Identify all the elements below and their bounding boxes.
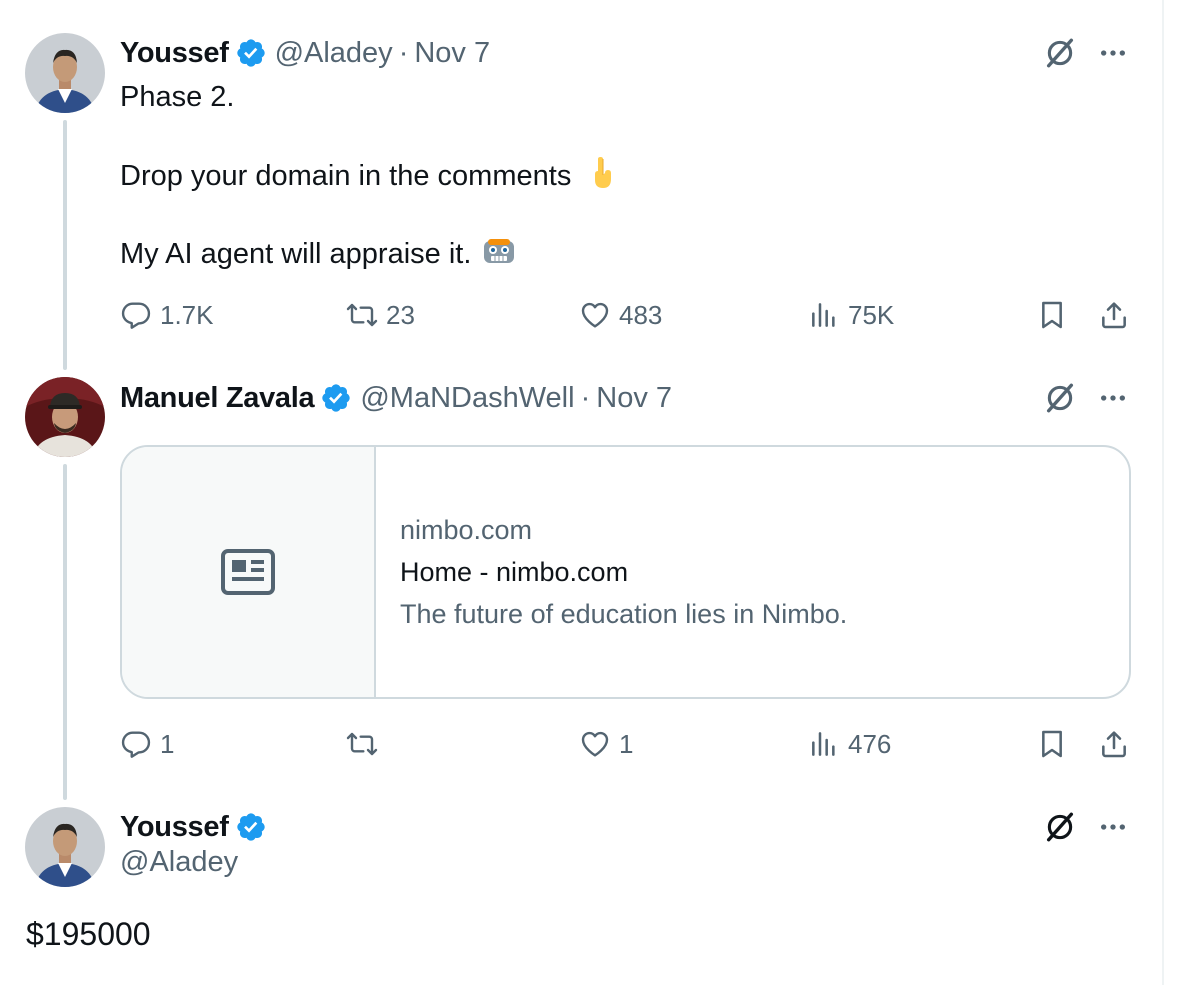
- robot-emoji-icon: [484, 239, 515, 263]
- grok-icon[interactable]: [1043, 381, 1077, 415]
- heart-icon: [581, 302, 609, 328]
- repost-count: 23: [386, 299, 415, 330]
- tweet-actions: 1.7K 23 483 75K: [120, 295, 1132, 335]
- tweet-header: Manuel Zavala @MaNDashWell · Nov 7: [120, 378, 672, 418]
- tweet-top-actions: [1043, 36, 1129, 70]
- more-options-icon[interactable]: [1097, 811, 1129, 843]
- separator-dot: ·: [398, 36, 409, 69]
- tweet-header: Youssef: [120, 807, 275, 847]
- repost-icon: [346, 732, 378, 756]
- heart-icon: [581, 731, 609, 757]
- tweet-body: Drop your domain in the comments: [120, 155, 621, 195]
- tweet-body: Phase 2.: [120, 78, 234, 116]
- display-name[interactable]: Manuel Zavala: [120, 382, 315, 415]
- reply-icon: [121, 302, 151, 329]
- tweet-text-line: My AI agent will appraise it.: [120, 238, 472, 270]
- separator-dot: ·: [580, 381, 591, 414]
- bookmark-icon: [1042, 730, 1062, 758]
- tweet-top-actions: [1043, 810, 1129, 844]
- view-count: 476: [848, 728, 892, 759]
- pointing-down-emoji-icon: [595, 157, 612, 188]
- thread-connector-line: [63, 120, 67, 370]
- thread-connector-line: [63, 464, 67, 800]
- share-button[interactable]: [1098, 295, 1130, 335]
- user-handle[interactable]: @Aladey: [275, 37, 393, 70]
- like-count: 1: [619, 728, 634, 759]
- bookmark-button[interactable]: [1036, 295, 1068, 335]
- reply-count: 1.7K: [160, 299, 214, 330]
- grok-icon[interactable]: [1043, 810, 1077, 844]
- tweet-header: Youssef @Aladey · Nov 7: [120, 33, 490, 73]
- share-icon: [1102, 302, 1126, 329]
- card-text: nimbo.com Home - nimbo.com The future of…: [376, 447, 847, 697]
- view-count: 75K: [848, 299, 895, 330]
- like-button[interactable]: 1: [579, 724, 633, 764]
- tweet-text-line: Drop your domain in the comments: [120, 160, 572, 192]
- bookmark-icon: [1042, 301, 1062, 329]
- avatar[interactable]: [25, 377, 105, 457]
- repost-button[interactable]: 23: [346, 295, 415, 335]
- reply-button[interactable]: 1.7K: [120, 295, 214, 335]
- more-options-icon[interactable]: [1097, 37, 1129, 69]
- timeline-right-border: [1162, 0, 1164, 985]
- like-count: 483: [619, 299, 663, 330]
- like-button[interactable]: 483: [579, 295, 662, 335]
- views-button[interactable]: 476: [808, 724, 891, 764]
- display-name[interactable]: Youssef: [120, 811, 229, 844]
- share-button[interactable]: [1098, 724, 1130, 764]
- analytics-icon: [812, 732, 835, 756]
- tweet-actions: 1 1 476: [120, 724, 1132, 764]
- more-options-icon[interactable]: [1097, 382, 1129, 414]
- reply-count: 1: [160, 728, 175, 759]
- repost-button[interactable]: [346, 724, 386, 764]
- reply-button[interactable]: 1: [120, 724, 174, 764]
- avatar[interactable]: [25, 807, 105, 887]
- repost-icon: [346, 303, 378, 327]
- timestamp[interactable]: Nov 7: [414, 37, 490, 70]
- share-icon: [1102, 731, 1126, 758]
- card-title: Home - nimbo.com: [400, 557, 629, 587]
- tweet-top-actions: [1043, 381, 1129, 415]
- analytics-icon: [812, 303, 835, 327]
- tweet-text-line: Phase 2.: [120, 81, 235, 113]
- views-button[interactable]: 75K: [808, 295, 894, 335]
- user-handle[interactable]: @Aladey: [120, 846, 238, 879]
- tweet-body: My AI agent will appraise it.: [120, 233, 517, 273]
- timestamp[interactable]: Nov 7: [596, 382, 672, 415]
- article-icon: [221, 549, 275, 595]
- card-thumbnail: [122, 447, 376, 697]
- verified-badge-icon[interactable]: [320, 382, 352, 414]
- grok-icon[interactable]: [1043, 36, 1077, 70]
- avatar[interactable]: [25, 33, 105, 113]
- user-handle[interactable]: @MaNDashWell: [360, 382, 574, 415]
- tweet-text: $195000: [26, 916, 151, 952]
- card-domain: nimbo.com: [400, 515, 533, 545]
- verified-badge-icon[interactable]: [235, 37, 267, 69]
- reply-icon: [121, 731, 151, 758]
- link-preview-card[interactable]: nimbo.com Home - nimbo.com The future of…: [120, 445, 1131, 699]
- verified-badge-icon[interactable]: [235, 811, 267, 843]
- display-name[interactable]: Youssef: [120, 37, 229, 70]
- bookmark-button[interactable]: [1036, 724, 1068, 764]
- card-description: The future of education lies in Nimbo.: [400, 599, 848, 629]
